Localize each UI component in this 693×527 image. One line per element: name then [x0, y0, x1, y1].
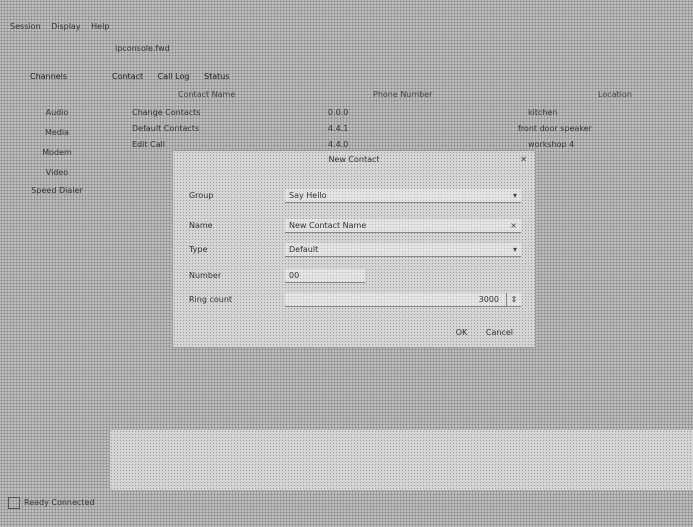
tab-contact[interactable]: Contact	[112, 72, 143, 81]
name-field[interactable]: New Contact Name ×	[285, 219, 521, 233]
type-field[interactable]: Default ▾	[285, 243, 521, 257]
name-value: New Contact Name	[289, 221, 367, 230]
group-value: Say Hello	[289, 191, 327, 200]
menu-session[interactable]: Session	[10, 22, 41, 31]
cancel-button[interactable]: Cancel	[486, 328, 513, 337]
chevron-down-icon[interactable]: ▾	[513, 243, 517, 257]
tab-call-log[interactable]: Call Log	[158, 72, 190, 81]
sidebar-item-modem[interactable]: Modem	[18, 148, 96, 157]
ok-button[interactable]: OK	[456, 328, 468, 337]
menu-help[interactable]: Help	[91, 22, 109, 31]
table-cell: kitchen	[528, 108, 558, 117]
column-header[interactable]: Contact Name	[178, 90, 235, 99]
status-text: Ready Connected	[24, 498, 95, 507]
table-cell: 4.4.1	[328, 124, 349, 133]
type-label: Type	[189, 245, 208, 254]
path-label: ipconsole.fwd	[115, 44, 170, 53]
table-row[interactable]: Change Contacts 0.0.0 kitchen	[118, 108, 688, 120]
column-header[interactable]: Location	[598, 90, 632, 99]
table-row[interactable]: Default Contacts 4.4.1 front door speake…	[118, 124, 688, 136]
number-value: 00	[289, 271, 300, 280]
table-cell: Default Contacts	[132, 124, 200, 133]
menu: Session Display Help	[10, 22, 117, 31]
stepper-icon[interactable]: ⇕	[506, 293, 521, 307]
table-cell: 0.0.0	[328, 108, 349, 117]
ring-count-label: Ring count	[189, 295, 233, 304]
bottom-panel	[110, 430, 693, 490]
table-cell: 4.4.0	[328, 140, 349, 149]
menu-display[interactable]: Display	[51, 22, 81, 31]
column-header[interactable]: Phone Number	[373, 90, 432, 99]
close-icon[interactable]: ✕	[520, 155, 527, 164]
sidebar-item-video[interactable]: Video	[18, 168, 96, 177]
new-contact-dialog: New Contact ✕ Group Say Hello ▾ Name New…	[172, 150, 536, 348]
chevron-down-icon[interactable]: ▾	[513, 189, 517, 203]
sidebar-item-audio[interactable]: Audio	[18, 108, 96, 117]
sidebar-item-speed-dialer[interactable]: Speed Dialer	[18, 186, 96, 195]
sidebar-tab[interactable]: Channels	[30, 72, 67, 81]
dialog-title: New Contact	[328, 155, 380, 164]
name-label: Name	[189, 221, 213, 230]
ring-count-value: 3000	[478, 295, 499, 304]
app-icon	[8, 497, 20, 509]
clear-icon[interactable]: ×	[510, 219, 517, 233]
status-bar: Ready Connected	[0, 490, 693, 527]
group-field[interactable]: Say Hello ▾	[285, 189, 521, 203]
ring-count-stepper[interactable]: 3000 ⇕	[285, 293, 521, 307]
number-label: Number	[189, 271, 222, 280]
tab-status[interactable]: Status	[204, 72, 230, 81]
number-field[interactable]: 00	[285, 269, 365, 283]
tab-bar: Contact Call Log Status	[112, 72, 241, 81]
table-cell: workshop 4	[528, 140, 575, 149]
dialog-buttons: OK Cancel	[440, 328, 513, 337]
table-cell: Change Contacts	[132, 108, 201, 117]
sidebar-item-media[interactable]: Media	[18, 128, 96, 137]
type-value: Default	[289, 245, 319, 254]
group-label: Group	[189, 191, 214, 200]
table-cell: front door speaker	[518, 124, 592, 133]
table-cell: Edit Call	[132, 140, 165, 149]
menubar: Session Display Help	[0, 0, 693, 42]
